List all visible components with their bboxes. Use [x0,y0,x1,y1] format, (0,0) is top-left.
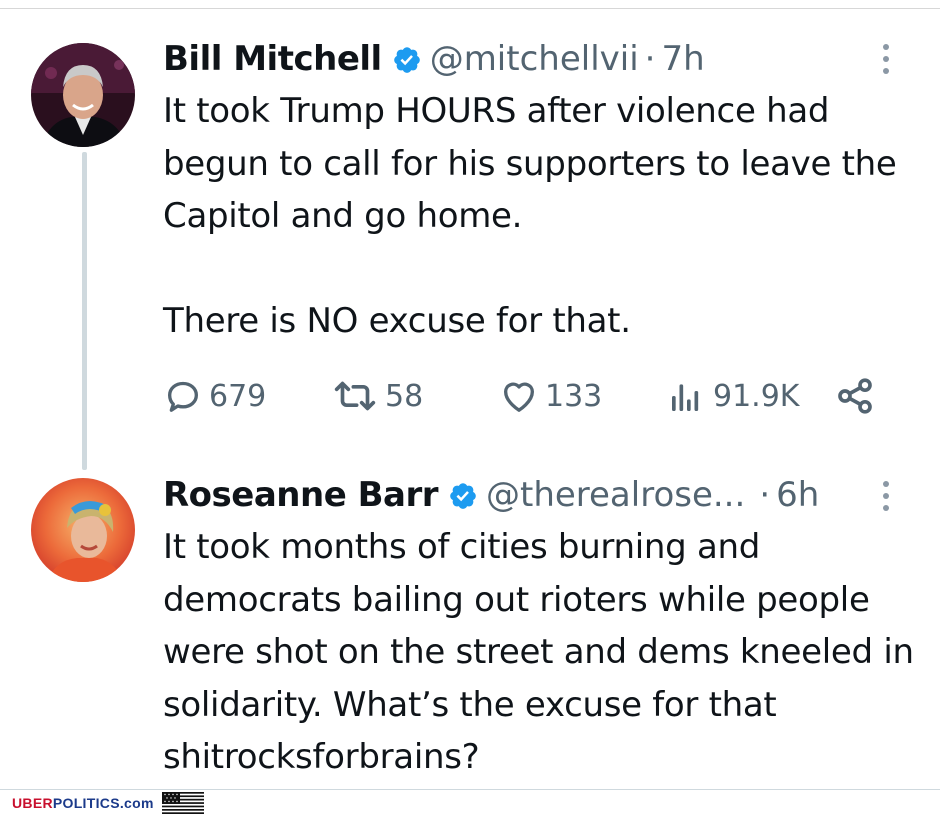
retweet-count: 58 [385,378,424,414]
avatar-roseanne-barr[interactable] [31,478,135,582]
brand-logo: UBERPOLITICS.com [12,795,154,811]
view-count: 91.9K [713,378,800,414]
author-handle[interactable]: @mitchellvii [430,39,639,79]
share-button[interactable] [835,372,875,420]
tweet-text: It took months of cities burning and dem… [163,527,914,777]
tweet-actions: 679 58 133 91.9K [163,372,883,420]
author-name[interactable]: Roseanne Barr [163,475,438,515]
avatar-bill-mitchell[interactable] [31,43,135,147]
separator-dot: · [644,39,656,79]
share-icon [838,378,872,414]
verified-badge-icon [392,44,422,74]
like-count: 133 [545,378,603,414]
brand-politics: POLITICS [52,795,120,811]
separator-dot: · [759,475,771,515]
like-icon [503,382,535,412]
tweet-text: It took Trump HOURS after violence had b… [163,91,897,341]
views-button[interactable]: 91.9K [667,372,799,420]
tweet-header: Bill Mitchell @mitchellvii · 7h [163,39,705,79]
top-divider [0,8,940,9]
views-icon [672,384,699,411]
site-watermark: UBERPOLITICS.com [12,792,204,814]
more-options-icon[interactable] [878,44,894,74]
timestamp[interactable]: 6h [776,475,819,515]
retweet-icon [334,381,376,411]
like-button[interactable]: 133 [499,372,602,420]
retweet-button[interactable]: 58 [331,372,423,420]
tweet-header: Roseanne Barr @therealrose... · 6h [163,475,819,515]
reply-button[interactable]: 679 [163,372,266,420]
reply-icon [168,381,198,412]
us-flag-icon [161,792,204,814]
bottom-divider [0,789,940,790]
thread-connector [82,152,87,470]
brand-uber: UBER [12,795,53,811]
more-options-icon[interactable] [878,481,894,511]
verified-badge-icon [448,480,478,510]
brand-tld: .com [119,795,154,811]
author-name[interactable]: Bill Mitchell [163,39,382,79]
timestamp[interactable]: 7h [661,39,704,79]
reply-count: 679 [209,378,267,414]
author-handle[interactable]: @therealrose... [486,475,745,515]
